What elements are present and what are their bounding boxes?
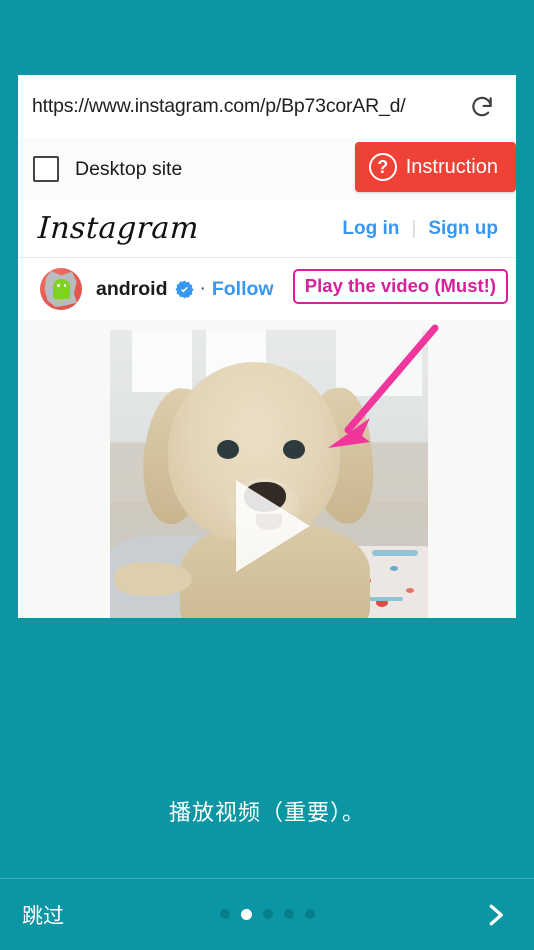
dog-paw — [114, 562, 192, 596]
desktop-site-checkbox[interactable] — [33, 156, 59, 182]
play-triangle-icon[interactable] — [236, 480, 310, 572]
photo-window-right — [336, 330, 422, 396]
dog-eye-right — [283, 440, 305, 459]
pager-dot[interactable] — [262, 909, 273, 919]
url-input[interactable]: https://www.instagram.com/p/Bp73corAR_d/ — [32, 95, 462, 118]
photo-window-left — [132, 330, 192, 392]
instagram-auth-links: Log in | Sign up — [342, 218, 498, 240]
post-media-area — [18, 320, 516, 618]
page-caption: 播放视频（重要）。 — [168, 800, 365, 825]
chevron-right-icon — [489, 904, 503, 925]
post-video-thumbnail[interactable] — [110, 330, 428, 618]
browser-card: https://www.instagram.com/p/Bp73corAR_d/… — [18, 75, 516, 618]
browser-url-bar: https://www.instagram.com/p/Bp73corAR_d/ — [18, 75, 516, 138]
annotation-badge: Play the video (Must!) — [292, 269, 508, 304]
instagram-header: Instagram Log in | Sign up — [18, 200, 516, 258]
pager-dot[interactable] — [283, 909, 294, 919]
account-username[interactable]: android — [96, 278, 168, 301]
next-button[interactable] — [478, 898, 512, 932]
instagram-logo[interactable]: Instagram — [37, 211, 343, 246]
dog-eye-left — [217, 440, 239, 459]
follow-link[interactable]: Follow — [212, 278, 274, 301]
reload-icon[interactable] — [462, 87, 502, 127]
instruction-button[interactable]: ? Instruction — [354, 142, 516, 192]
desktop-site-label: Desktop site — [75, 157, 183, 180]
pager-dot[interactable] — [304, 909, 315, 919]
bottom-bar: 跳过 — [0, 878, 534, 950]
browser-tool-row: Desktop site ? Instruction — [18, 138, 516, 200]
annotation-badge-label: Play the video (Must!) — [304, 275, 496, 296]
post-account-row: android · Follow Play the video (Must!) — [18, 258, 516, 320]
pager-dot-active[interactable] — [240, 909, 252, 920]
android-robot-icon — [53, 279, 70, 299]
verified-badge-icon — [174, 280, 194, 298]
pager-dot[interactable] — [219, 909, 230, 919]
question-circle-icon: ? — [368, 153, 397, 181]
signup-link[interactable]: Sign up — [428, 218, 498, 240]
pager-dots — [0, 909, 534, 920]
instruction-button-label: Instruction — [405, 155, 498, 178]
auth-separator: | — [411, 217, 417, 239]
account-separator: · — [199, 278, 206, 299]
android-avatar-icon[interactable] — [40, 268, 82, 310]
login-link[interactable]: Log in — [342, 218, 399, 240]
